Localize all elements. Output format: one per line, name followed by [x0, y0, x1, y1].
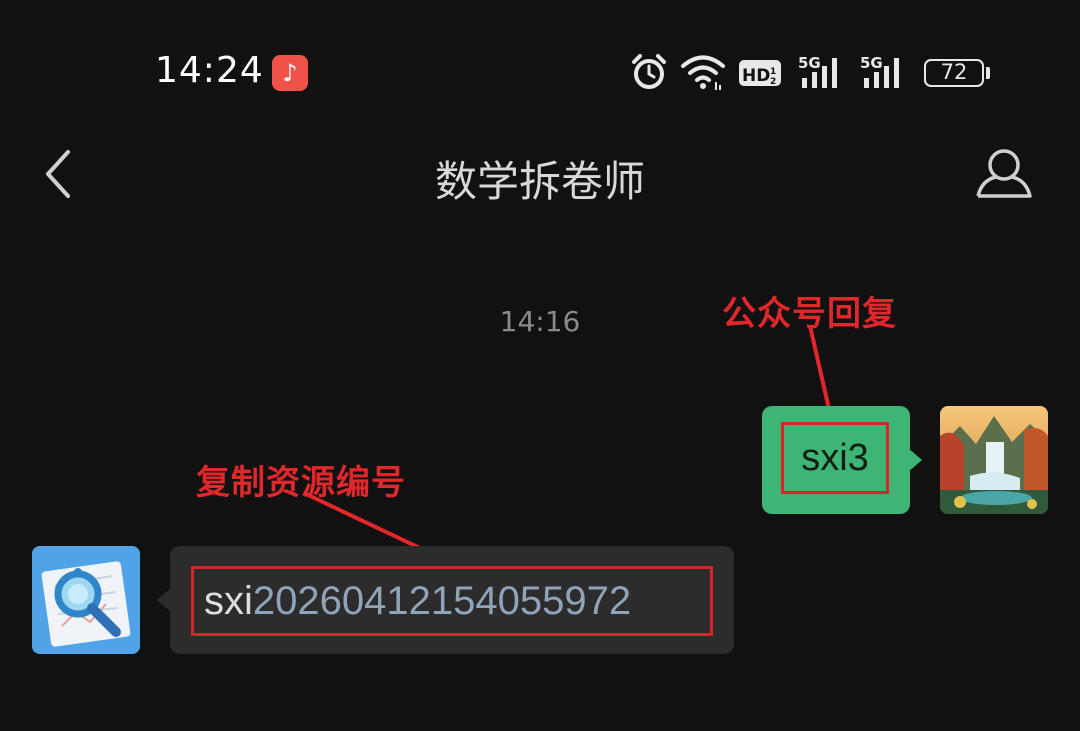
battery-tip — [986, 67, 990, 79]
signal-5g-icon: 5G — [798, 54, 837, 88]
chevron-left-icon[interactable] — [38, 146, 78, 202]
annotation-label-left: 复制资源编号 — [196, 463, 406, 503]
chat-timestamp: 14:16 — [499, 305, 581, 338]
person-icon[interactable] — [972, 146, 1036, 202]
resource-code-prefix: sxi — [204, 579, 253, 623]
svg-text:5G: 5G — [798, 54, 821, 72]
sent-message-text[interactable]: sxi3 — [781, 422, 889, 494]
account-avatar[interactable] — [32, 546, 140, 654]
hd-icon: HD 1 2 — [739, 60, 781, 87]
signal-5g-icon: 5G — [860, 54, 899, 88]
music-note-icon: ♪ — [272, 55, 308, 91]
resource-code-text[interactable]: sxi20260412154055972 — [191, 566, 713, 636]
battery-level: 72 — [940, 60, 968, 84]
resource-code-number[interactable]: 20260412154055972 — [253, 579, 631, 623]
status-time: 14:24 — [155, 50, 264, 91]
svg-text:2: 2 — [770, 77, 776, 87]
battery-icon: 72 — [924, 59, 984, 87]
received-bubble-tail — [157, 588, 171, 612]
alarm-icon — [632, 54, 666, 89]
chat-screen: 14:24 ♪ HD 1 2 5G 5G 72 数学拆卷师 14:16 公众号回… — [0, 0, 1080, 731]
wifi-icon — [681, 55, 725, 90]
svg-text:1: 1 — [770, 67, 776, 77]
user-avatar[interactable] — [940, 406, 1048, 514]
annotation-label-top: 公众号回复 — [722, 294, 897, 334]
sent-bubble-tail — [908, 448, 922, 472]
svg-text:5G: 5G — [860, 54, 883, 72]
svg-text:HD: HD — [742, 66, 770, 86]
page-title: 数学拆卷师 — [434, 157, 645, 206]
